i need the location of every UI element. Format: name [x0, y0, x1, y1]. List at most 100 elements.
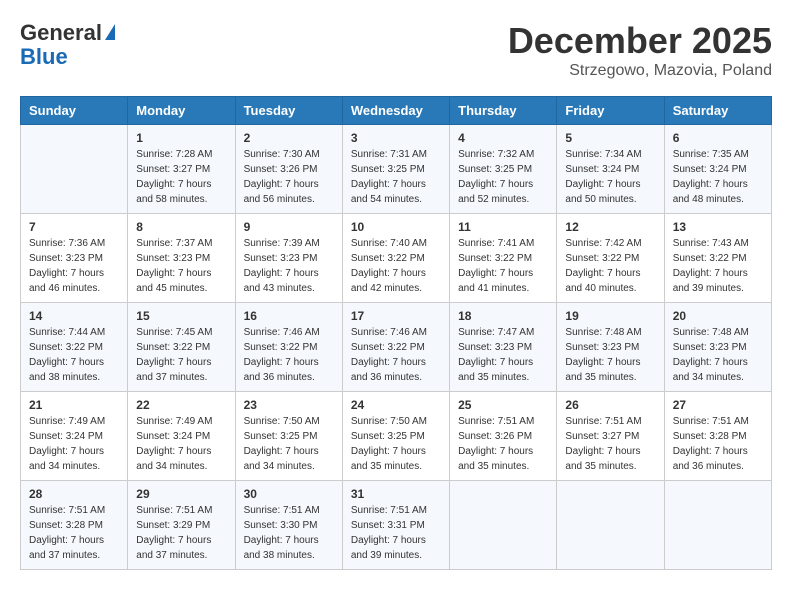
- day-number: 13: [673, 220, 763, 234]
- day-number: 18: [458, 309, 548, 323]
- day-info: Sunrise: 7:48 AM Sunset: 3:23 PM Dayligh…: [673, 325, 763, 385]
- calendar-cell: 11Sunrise: 7:41 AM Sunset: 3:22 PM Dayli…: [450, 214, 557, 303]
- day-number: 3: [351, 131, 441, 145]
- day-info: Sunrise: 7:37 AM Sunset: 3:23 PM Dayligh…: [136, 236, 226, 296]
- logo-blue: Blue: [20, 46, 68, 68]
- weekday-header: Thursday: [450, 97, 557, 125]
- calendar-cell: 16 Sunrise: 7:46 AM Sunset: 3:22 PM Dayli…: [235, 303, 342, 392]
- day-number: 28: [29, 487, 119, 501]
- logo: General Blue: [20, 20, 115, 68]
- day-info: Sunrise: 7:51 AM Sunset: 3:31 PM Dayligh…: [351, 503, 441, 563]
- day-number: 26: [565, 398, 655, 412]
- day-info: Sunrise: 7:51 AM Sunset: 3:28 PM Dayligh…: [673, 414, 763, 474]
- title-block: December 2025 Strzegowo, Mazovia, Poland: [508, 20, 772, 80]
- weekday-header: Monday: [128, 97, 235, 125]
- calendar-cell: 19 Sunrise: 7:48 AM Sunset: 3:23 PM Dayli…: [557, 303, 664, 392]
- day-number: 16: [244, 309, 334, 323]
- calendar-cell: 25 Sunrise: 7:51 AM Sunset: 3:26 PM Dayli…: [450, 392, 557, 481]
- day-info: Sunrise: 7:49 AM Sunset: 3:24 PM Dayligh…: [29, 414, 119, 474]
- day-number: 8: [136, 220, 226, 234]
- day-number: 29: [136, 487, 226, 501]
- calendar-week-row: 14Sunrise: 7:44 AM Sunset: 3:22 PM Dayli…: [21, 303, 772, 392]
- calendar-cell: 5 Sunrise: 7:34 AM Sunset: 3:24 PM Daylig…: [557, 125, 664, 214]
- weekday-header: Wednesday: [342, 97, 449, 125]
- day-info: Sunrise: 7:30 AM Sunset: 3:26 PM Dayligh…: [244, 147, 334, 207]
- calendar-cell: 22 Sunrise: 7:49 AM Sunset: 3:24 PM Dayli…: [128, 392, 235, 481]
- calendar-cell: 1 Sunrise: 7:28 AM Sunset: 3:27 PM Daylig…: [128, 125, 235, 214]
- day-number: 5: [565, 131, 655, 145]
- month-title: December 2025: [508, 20, 772, 62]
- calendar-cell: 28 Sunrise: 7:51 AM Sunset: 3:28 PM Dayli…: [21, 481, 128, 570]
- calendar-cell: 15 Sunrise: 7:45 AM Sunset: 3:22 PM Dayli…: [128, 303, 235, 392]
- page-header: General Blue December 2025 Strzegowo, Ma…: [20, 20, 772, 80]
- day-number: 22: [136, 398, 226, 412]
- weekday-header: Tuesday: [235, 97, 342, 125]
- logo-general: General: [20, 20, 102, 46]
- calendar-header-row: SundayMondayTuesdayWednesdayThursdayFrid…: [21, 97, 772, 125]
- weekday-header: Friday: [557, 97, 664, 125]
- day-number: 1: [136, 131, 226, 145]
- day-info: Sunrise: 7:49 AM Sunset: 3:24 PM Dayligh…: [136, 414, 226, 474]
- calendar-cell: [450, 481, 557, 570]
- day-info: Sunrise: 7:51 AM Sunset: 3:27 PM Dayligh…: [565, 414, 655, 474]
- calendar-cell: 17 Sunrise: 7:46 AM Sunset: 3:22 PM Dayli…: [342, 303, 449, 392]
- day-info: Sunrise: 7:36 AM Sunset: 3:23 PM Dayligh…: [29, 236, 119, 296]
- day-number: 23: [244, 398, 334, 412]
- day-number: 15: [136, 309, 226, 323]
- logo-triangle: [105, 24, 115, 40]
- day-number: 11: [458, 220, 548, 234]
- calendar-cell: [21, 125, 128, 214]
- day-number: 20: [673, 309, 763, 323]
- calendar-table: SundayMondayTuesdayWednesdayThursdayFrid…: [20, 96, 772, 570]
- day-info: Sunrise: 7:40 AM Sunset: 3:22 PM Dayligh…: [351, 236, 441, 296]
- day-number: 9: [244, 220, 334, 234]
- day-number: 17: [351, 309, 441, 323]
- calendar-week-row: 7 Sunrise: 7:36 AM Sunset: 3:23 PM Daylig…: [21, 214, 772, 303]
- day-info: Sunrise: 7:45 AM Sunset: 3:22 PM Dayligh…: [136, 325, 226, 385]
- calendar-cell: 30 Sunrise: 7:51 AM Sunset: 3:30 PM Dayli…: [235, 481, 342, 570]
- day-info: Sunrise: 7:48 AM Sunset: 3:23 PM Dayligh…: [565, 325, 655, 385]
- day-info: Sunrise: 7:51 AM Sunset: 3:26 PM Dayligh…: [458, 414, 548, 474]
- day-info: Sunrise: 7:34 AM Sunset: 3:24 PM Dayligh…: [565, 147, 655, 207]
- calendar-week-row: 1 Sunrise: 7:28 AM Sunset: 3:27 PM Daylig…: [21, 125, 772, 214]
- day-info: Sunrise: 7:47 AM Sunset: 3:23 PM Dayligh…: [458, 325, 548, 385]
- day-info: Sunrise: 7:44 AM Sunset: 3:22 PM Dayligh…: [29, 325, 119, 385]
- day-number: 24: [351, 398, 441, 412]
- day-number: 6: [673, 131, 763, 145]
- day-number: 21: [29, 398, 119, 412]
- day-info: Sunrise: 7:43 AM Sunset: 3:22 PM Dayligh…: [673, 236, 763, 296]
- day-info: Sunrise: 7:28 AM Sunset: 3:27 PM Dayligh…: [136, 147, 226, 207]
- day-number: 25: [458, 398, 548, 412]
- day-info: Sunrise: 7:46 AM Sunset: 3:22 PM Dayligh…: [244, 325, 334, 385]
- day-info: Sunrise: 7:50 AM Sunset: 3:25 PM Dayligh…: [244, 414, 334, 474]
- calendar-cell: 21 Sunrise: 7:49 AM Sunset: 3:24 PM Dayli…: [21, 392, 128, 481]
- calendar-cell: 27Sunrise: 7:51 AM Sunset: 3:28 PM Dayli…: [664, 392, 771, 481]
- day-number: 30: [244, 487, 334, 501]
- calendar-cell: 4 Sunrise: 7:32 AM Sunset: 3:25 PM Daylig…: [450, 125, 557, 214]
- calendar-cell: 26 Sunrise: 7:51 AM Sunset: 3:27 PM Dayli…: [557, 392, 664, 481]
- day-info: Sunrise: 7:46 AM Sunset: 3:22 PM Dayligh…: [351, 325, 441, 385]
- weekday-header: Saturday: [664, 97, 771, 125]
- day-info: Sunrise: 7:51 AM Sunset: 3:28 PM Dayligh…: [29, 503, 119, 563]
- day-number: 12: [565, 220, 655, 234]
- day-number: 10: [351, 220, 441, 234]
- weekday-header: Sunday: [21, 97, 128, 125]
- day-number: 19: [565, 309, 655, 323]
- calendar-cell: 2Sunrise: 7:30 AM Sunset: 3:26 PM Daylig…: [235, 125, 342, 214]
- day-number: 4: [458, 131, 548, 145]
- calendar-cell: 20 Sunrise: 7:48 AM Sunset: 3:23 PM Dayli…: [664, 303, 771, 392]
- calendar-cell: 23 Sunrise: 7:50 AM Sunset: 3:25 PM Dayli…: [235, 392, 342, 481]
- calendar-cell: 7 Sunrise: 7:36 AM Sunset: 3:23 PM Daylig…: [21, 214, 128, 303]
- calendar-cell: 10 Sunrise: 7:40 AM Sunset: 3:22 PM Dayli…: [342, 214, 449, 303]
- location: Strzegowo, Mazovia, Poland: [508, 62, 772, 80]
- day-info: Sunrise: 7:35 AM Sunset: 3:24 PM Dayligh…: [673, 147, 763, 207]
- calendar-week-row: 21 Sunrise: 7:49 AM Sunset: 3:24 PM Dayli…: [21, 392, 772, 481]
- day-info: Sunrise: 7:42 AM Sunset: 3:22 PM Dayligh…: [565, 236, 655, 296]
- calendar-cell: 13 Sunrise: 7:43 AM Sunset: 3:22 PM Dayli…: [664, 214, 771, 303]
- calendar-cell: 14Sunrise: 7:44 AM Sunset: 3:22 PM Dayli…: [21, 303, 128, 392]
- day-info: Sunrise: 7:51 AM Sunset: 3:30 PM Dayligh…: [244, 503, 334, 563]
- calendar-cell: 24Sunrise: 7:50 AM Sunset: 3:25 PM Dayli…: [342, 392, 449, 481]
- day-number: 7: [29, 220, 119, 234]
- day-info: Sunrise: 7:32 AM Sunset: 3:25 PM Dayligh…: [458, 147, 548, 207]
- calendar-cell: 29Sunrise: 7:51 AM Sunset: 3:29 PM Dayli…: [128, 481, 235, 570]
